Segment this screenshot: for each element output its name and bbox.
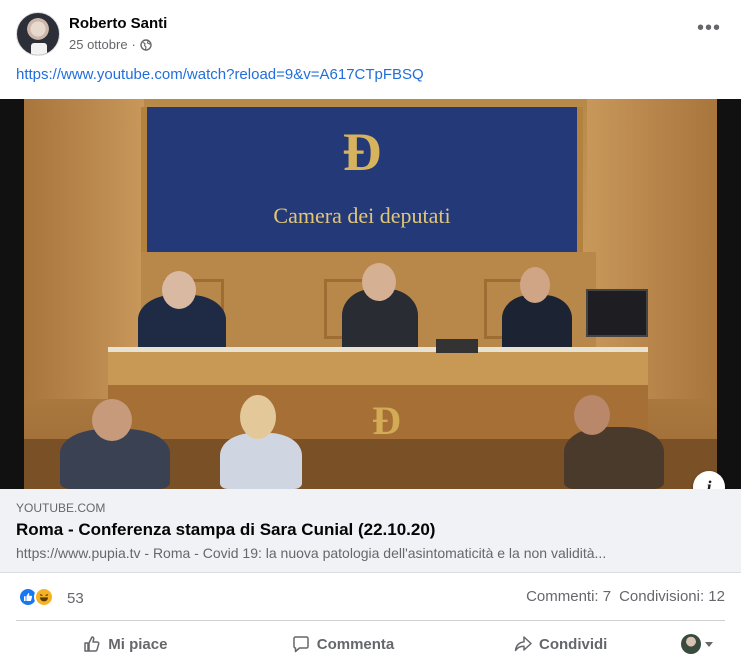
- globe-icon: [140, 38, 152, 51]
- post-link[interactable]: https://www.youtube.com/watch?reload=9&v…: [16, 66, 424, 83]
- card-domain: YOUTUBE.COM: [16, 501, 106, 515]
- card-description: https://www.pupia.tv - Roma - Covid 19: …: [16, 545, 607, 561]
- share-arrow-icon: [514, 636, 532, 652]
- more-options-icon[interactable]: •••: [693, 18, 725, 44]
- post-date[interactable]: 25 ottobre: [69, 37, 128, 52]
- card-title[interactable]: Roma - Conferenza stampa di Sara Cunial …: [16, 520, 435, 540]
- comment-label: Commenta: [316, 635, 395, 653]
- post-stats: Commenti: 7 Condivisioni: 12: [526, 588, 725, 605]
- video-preview[interactable]: Ð Camera dei deputati Ð i: [0, 99, 741, 489]
- backdrop-text: Camera dei deputati: [273, 203, 451, 228]
- like-button[interactable]: Mi piace: [16, 624, 234, 664]
- comments-count[interactable]: Commenti: 7: [526, 588, 611, 605]
- profile-selector[interactable]: [669, 624, 725, 664]
- desk: [108, 347, 648, 385]
- link-card[interactable]: YOUTUBE.COM Roma - Conferenza stampa di …: [0, 489, 741, 573]
- monitor: [586, 289, 648, 337]
- post-header: Roberto Santi 25 ottobre · •••: [16, 12, 725, 58]
- post-meta: 25 ottobre ·: [69, 37, 152, 52]
- shares-count[interactable]: Condivisioni: 12: [619, 588, 725, 605]
- haha-reaction-icon: [34, 587, 54, 607]
- chamber-backdrop: Ð Camera dei deputati: [141, 107, 583, 252]
- share-button[interactable]: Condividi: [451, 624, 669, 664]
- author-avatar[interactable]: [16, 12, 60, 56]
- comment-icon: [293, 636, 309, 653]
- chamber-logo: Ð: [342, 122, 382, 182]
- facebook-post: Roberto Santi 25 ottobre · ••• https://w…: [0, 0, 741, 668]
- reaction-icons[interactable]: [16, 587, 60, 607]
- info-icon[interactable]: i: [693, 471, 725, 489]
- reaction-count[interactable]: 53: [67, 590, 84, 607]
- desk-logo: Ð: [372, 398, 401, 443]
- author-name[interactable]: Roberto Santi: [69, 15, 167, 32]
- divider: [16, 620, 725, 621]
- meta-separator: ·: [131, 37, 136, 52]
- action-bar: Mi piace Commenta Condividi: [16, 624, 725, 664]
- user-avatar: [681, 634, 702, 654]
- thumbs-up-icon: [84, 636, 100, 652]
- share-label: Condividi: [539, 635, 608, 653]
- chevron-down-icon: [705, 641, 714, 647]
- comment-button[interactable]: Commenta: [234, 624, 452, 664]
- speaker-right: [502, 295, 572, 353]
- video-thumbnail[interactable]: Ð Camera dei deputati Ð: [24, 99, 717, 489]
- reactions-bar: 53 Commenti: 7 Condivisioni: 12: [16, 584, 725, 610]
- like-label: Mi piace: [108, 635, 168, 653]
